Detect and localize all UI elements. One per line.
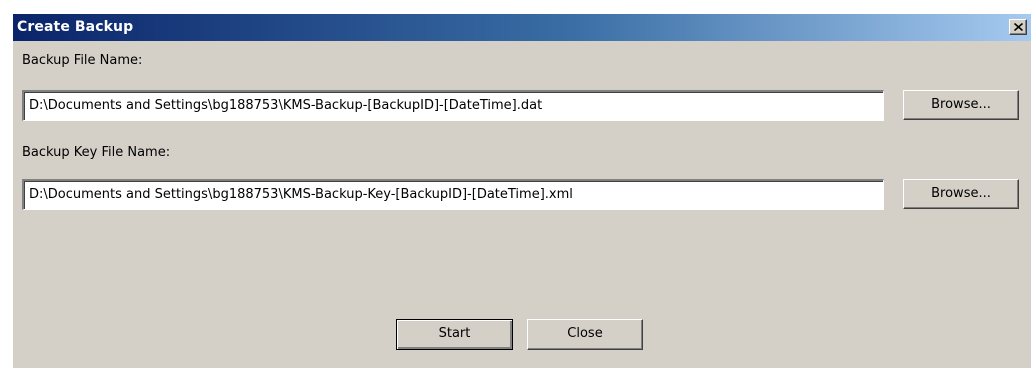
browse-backup-file-button[interactable]: Browse... xyxy=(903,90,1019,120)
start-button[interactable]: Start xyxy=(396,319,513,350)
browse-backup-key-file-button[interactable]: Browse... xyxy=(903,179,1019,209)
window-title: Create Backup xyxy=(17,19,134,35)
close-button[interactable]: Close xyxy=(527,319,643,350)
title-bar[interactable]: Create Backup xyxy=(13,14,1031,41)
close-window-button[interactable] xyxy=(1009,19,1027,35)
backup-file-name-input[interactable]: D:\Documents and Settings\bg188753\KMS-B… xyxy=(22,90,884,121)
backup-key-file-name-label: Backup Key File Name: xyxy=(22,145,171,160)
backup-key-file-name-input[interactable]: D:\Documents and Settings\bg188753\KMS-B… xyxy=(22,179,884,210)
close-x-icon xyxy=(1014,23,1023,31)
create-backup-dialog: Create Backup Backup File Name: D:\Docum… xyxy=(13,14,1031,368)
backup-file-name-label: Backup File Name: xyxy=(22,53,143,68)
